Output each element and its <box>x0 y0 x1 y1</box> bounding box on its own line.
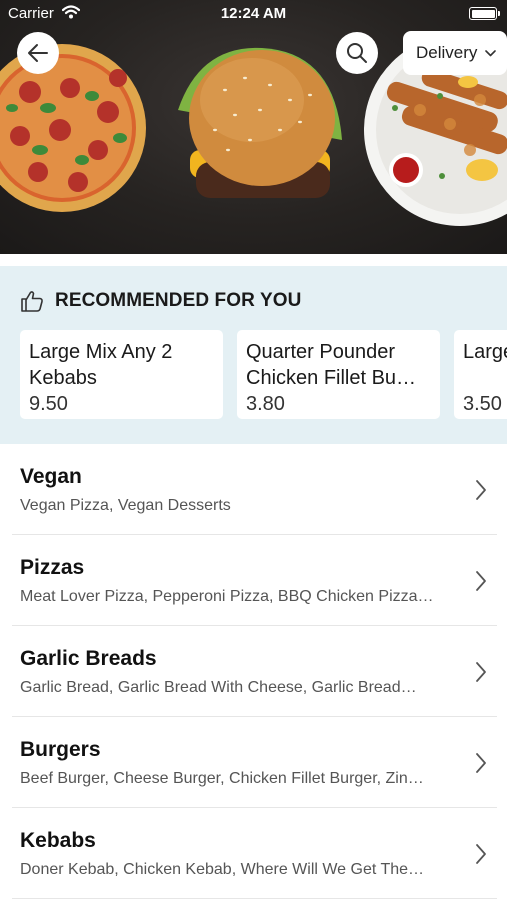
delivery-mode-label: Delivery <box>416 43 478 62</box>
recommended-item-name: Large Mix Any 2 Kebabs <box>29 341 173 389</box>
recommended-title: RECOMMENDED FOR YOU <box>55 290 302 311</box>
recommended-item-name: Large Chee… <box>463 341 507 363</box>
search-icon <box>347 43 367 63</box>
burger-image <box>178 47 342 198</box>
category-title: Vegan <box>20 465 82 488</box>
category-title: Kebabs <box>20 829 96 852</box>
category-row-garlic-breads[interactable]: Garlic Breads Garlic Bread, Garlic Bread… <box>0 626 507 717</box>
chevron-down-icon <box>485 49 497 57</box>
category-title: Burgers <box>20 738 101 761</box>
chevron-right-icon <box>476 844 486 864</box>
category-row-pizzas[interactable]: Pizzas Meat Lover Pizza, Pepperoni Pizza… <box>0 535 507 626</box>
category-subtitle: Garlic Bread, Garlic Bread With Cheese, … <box>20 679 417 696</box>
chevron-right-icon <box>476 480 486 500</box>
category-subtitle: Doner Kebab, Chicken Kebab, Where Will W… <box>20 861 425 878</box>
category-row-vegan[interactable]: Vegan Vegan Pizza, Vegan Desserts <box>0 444 507 535</box>
pizza-image <box>0 44 146 212</box>
category-title: Pizzas <box>20 556 85 579</box>
category-row-burgers[interactable]: Burgers Beef Burger, Cheese Burger, Chic… <box>0 717 507 808</box>
delivery-mode-select[interactable]: Delivery <box>403 31 507 75</box>
clock-label: 12:24 AM <box>220 5 287 22</box>
recommended-item-price: 9.50 <box>29 393 68 415</box>
recommended-header: RECOMMENDED FOR YOU <box>20 290 301 312</box>
back-button[interactable] <box>17 32 59 74</box>
thumbs-up-icon <box>21 291 43 312</box>
recommended-item-name: Quarter Pounder Chicken Fillet Bu… <box>246 341 417 389</box>
recommended-item-price: 3.50 <box>463 393 502 415</box>
category-row-kebabs[interactable]: Kebabs Doner Kebab, Chicken Kebab, Where… <box>0 808 507 899</box>
chevron-right-icon <box>476 571 486 591</box>
category-subtitle: Meat Lover Pizza, Pepperoni Pizza, BBQ C… <box>20 588 434 605</box>
row-divider <box>12 898 497 899</box>
status-bar: Carrier 12:24 AM <box>0 0 507 28</box>
category-title: Garlic Breads <box>20 647 157 670</box>
chevron-right-icon <box>476 753 486 773</box>
arrow-left-icon <box>28 44 48 62</box>
recommended-item-card[interactable]: Quarter Pounder Chicken Fillet Bu… 3.80 <box>237 330 440 419</box>
category-subtitle: Vegan Pizza, Vegan Desserts <box>20 497 231 514</box>
battery-icon <box>469 7 500 20</box>
search-button[interactable] <box>336 32 378 74</box>
recommended-section: RECOMMENDED FOR YOU Large Mix Any 2 Keba… <box>0 266 507 444</box>
category-subtitle: Beef Burger, Cheese Burger, Chicken Fill… <box>20 770 424 787</box>
recommended-item-price: 3.80 <box>246 393 285 415</box>
recommended-item-card[interactable]: Large Chee… 3.50 <box>454 330 507 419</box>
chevron-right-icon <box>476 662 486 682</box>
recommended-item-card[interactable]: Large Mix Any 2 Kebabs 9.50 <box>20 330 223 419</box>
